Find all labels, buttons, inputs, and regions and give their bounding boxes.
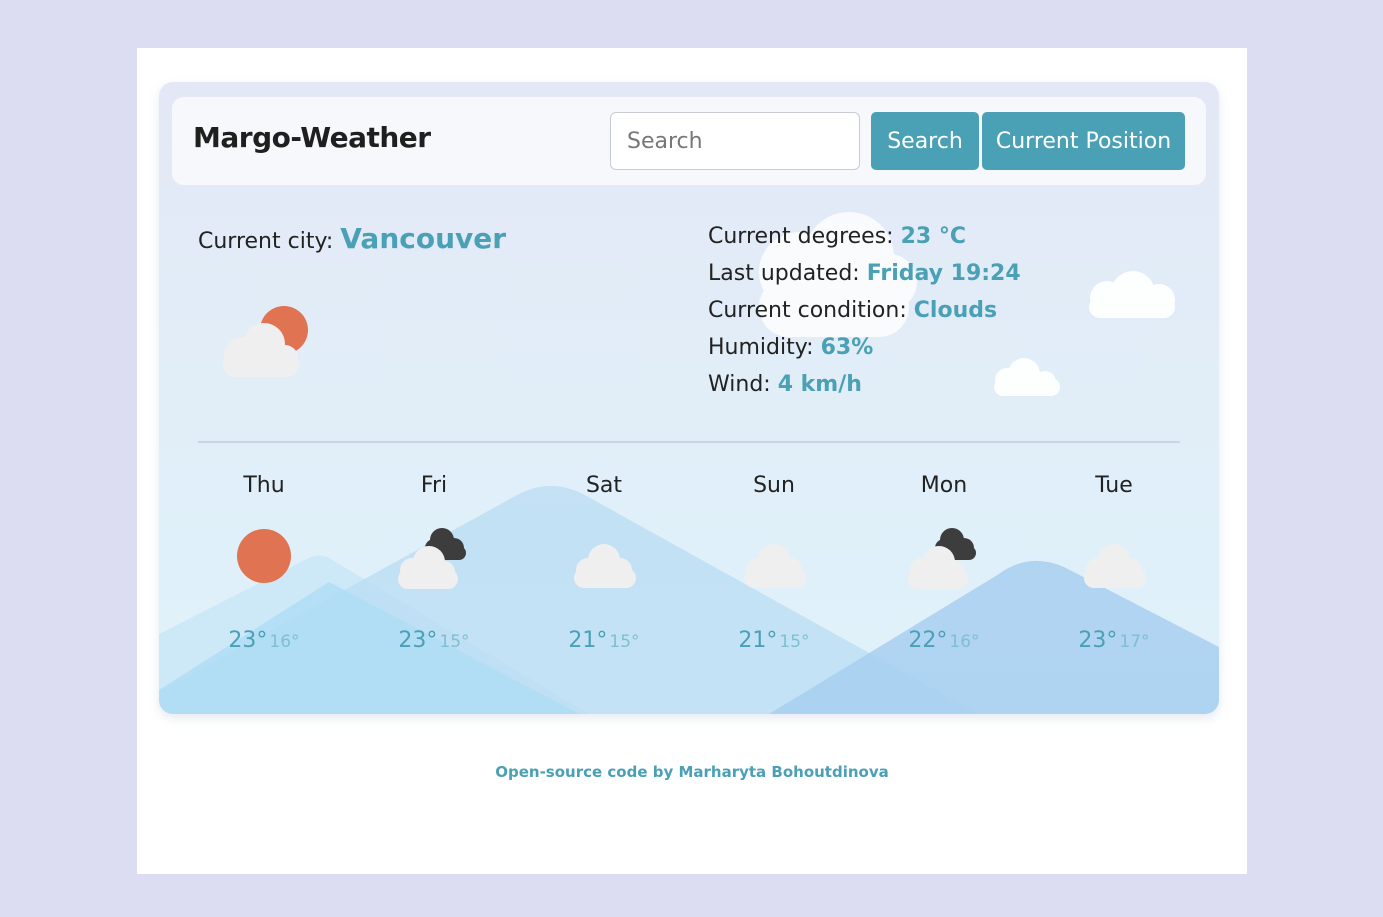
- temp-high: 23°: [228, 628, 268, 653]
- forecast-day: Sat 21° 15°: [524, 470, 684, 653]
- forecast: Thu 23° 16° Fri 23° 15° Sat 21° 15° Sun …: [159, 470, 1219, 670]
- temp-high: 23°: [1078, 628, 1118, 653]
- search-button[interactable]: Search: [871, 112, 979, 170]
- current-city-label: Current city:: [198, 229, 334, 254]
- temp-high: 23°: [398, 628, 438, 653]
- day-name: Sat: [585, 473, 623, 498]
- weather-card: Margo-Weather Search Current Position Cu…: [159, 82, 1219, 714]
- temp-low: 17°: [1119, 632, 1150, 652]
- day-name: Tue: [1095, 473, 1133, 498]
- cloud-icon: [1084, 544, 1146, 588]
- day-temps: 23° 15°: [354, 628, 514, 653]
- day-temps: 21° 15°: [694, 628, 854, 653]
- day-temps: 23° 17°: [1034, 628, 1194, 653]
- stat-humidity: Humidity: 63%: [708, 335, 874, 360]
- current-stats: Current degrees: 23 °C Last updated: Fri…: [708, 218, 1021, 403]
- footer-credit[interactable]: Open-source code by Marharyta Bohoutdino…: [137, 763, 1247, 781]
- app-title: Margo-Weather: [193, 121, 431, 154]
- stat-wind: Wind: 4 km/h: [708, 372, 862, 397]
- temp-low: 15°: [439, 632, 470, 652]
- forecast-day: Thu 23° 16°: [184, 470, 344, 653]
- day-temps: 22° 16°: [864, 628, 1024, 653]
- sun-icon: [237, 529, 291, 583]
- temp-low: 15°: [609, 632, 640, 652]
- day-name: Sun: [753, 473, 795, 498]
- forecast-day: Fri 23° 15°: [354, 470, 514, 653]
- divider: [198, 441, 1180, 443]
- temp-low: 16°: [949, 632, 980, 652]
- current-city: Current city: Vancouver: [198, 222, 506, 255]
- day-temps: 21° 15°: [524, 628, 684, 653]
- footer-link[interactable]: Open-source code by Marharyta Bohoutdino…: [495, 763, 889, 781]
- cloud-icon: [574, 544, 636, 588]
- forecast-day: Mon 22° 16°: [864, 470, 1024, 653]
- temp-high: 21°: [738, 628, 778, 653]
- stat-degrees: Current degrees: 23 °C: [708, 224, 967, 249]
- day-name: Thu: [243, 473, 285, 498]
- day-name: Mon: [920, 473, 968, 498]
- current-position-button[interactable]: Current Position: [982, 112, 1185, 170]
- temp-low: 15°: [779, 632, 810, 652]
- forecast-day: Tue 23° 17°: [1034, 470, 1194, 653]
- city-name: Vancouver: [340, 222, 507, 255]
- day-name: Fri: [420, 473, 448, 498]
- temp-high: 21°: [568, 628, 608, 653]
- temp-high: 22°: [908, 628, 948, 653]
- day-temps: 23° 16°: [184, 628, 344, 653]
- page: Margo-Weather Search Current Position Cu…: [137, 48, 1247, 874]
- stat-last-updated: Last updated: Friday 19:24: [708, 261, 1021, 286]
- cloud-dark-cloud-icon: [908, 528, 976, 589]
- cloud-decoration: [1089, 271, 1175, 318]
- cloud-icon: [744, 544, 806, 588]
- stat-condition: Current condition: Clouds: [708, 298, 998, 323]
- sun-behind-cloud-icon: [223, 306, 308, 377]
- temp-low: 16°: [269, 632, 300, 652]
- top-bar: Margo-Weather Search Current Position: [172, 97, 1206, 185]
- search-input[interactable]: [610, 112, 860, 170]
- cloud-dark-cloud-icon: [398, 528, 466, 589]
- forecast-day: Sun 21° 15°: [694, 470, 854, 653]
